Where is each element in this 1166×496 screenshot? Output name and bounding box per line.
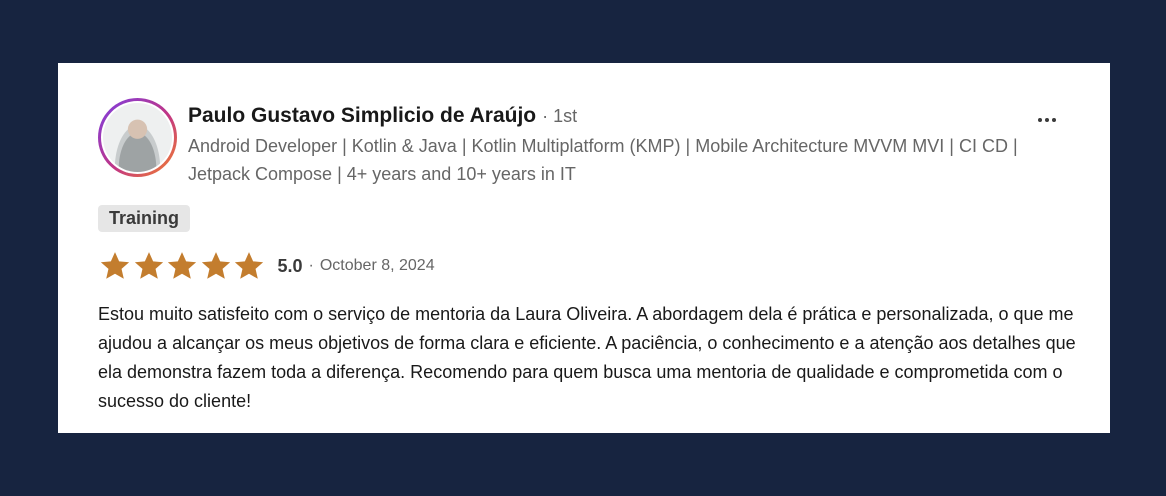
more-horizontal-icon[interactable] — [1034, 107, 1060, 133]
service-tag: Training — [98, 205, 191, 232]
review-date: October 8, 2024 — [319, 257, 435, 274]
separator-dot: · — [308, 257, 314, 274]
author-name[interactable]: Paulo Gustavo Simplicio de Araújo — [188, 104, 536, 128]
rating-row: 5.0 · October 8, 2024 — [98, 249, 435, 283]
avatar[interactable] — [98, 98, 177, 177]
rating-score: 5.0 — [277, 255, 303, 276]
profile-photo — [103, 103, 172, 172]
author-name-row: Paulo Gustavo Simplicio de Araújo · 1st — [188, 104, 577, 128]
star-icon — [167, 252, 197, 279]
star-rating — [98, 250, 266, 282]
star-icon — [234, 252, 264, 279]
star-icon — [201, 252, 230, 279]
author-headline: Android Developer | Kotlin & Java | Kotl… — [188, 136, 1018, 184]
star-icon — [134, 252, 163, 279]
review-text: Estou muito satisfeito com o serviço de … — [98, 304, 1076, 411]
connection-degree: · 1st — [542, 106, 578, 126]
review-card: Paulo Gustavo Simplicio de Araújo · 1st … — [58, 63, 1110, 433]
star-icon — [100, 252, 130, 279]
